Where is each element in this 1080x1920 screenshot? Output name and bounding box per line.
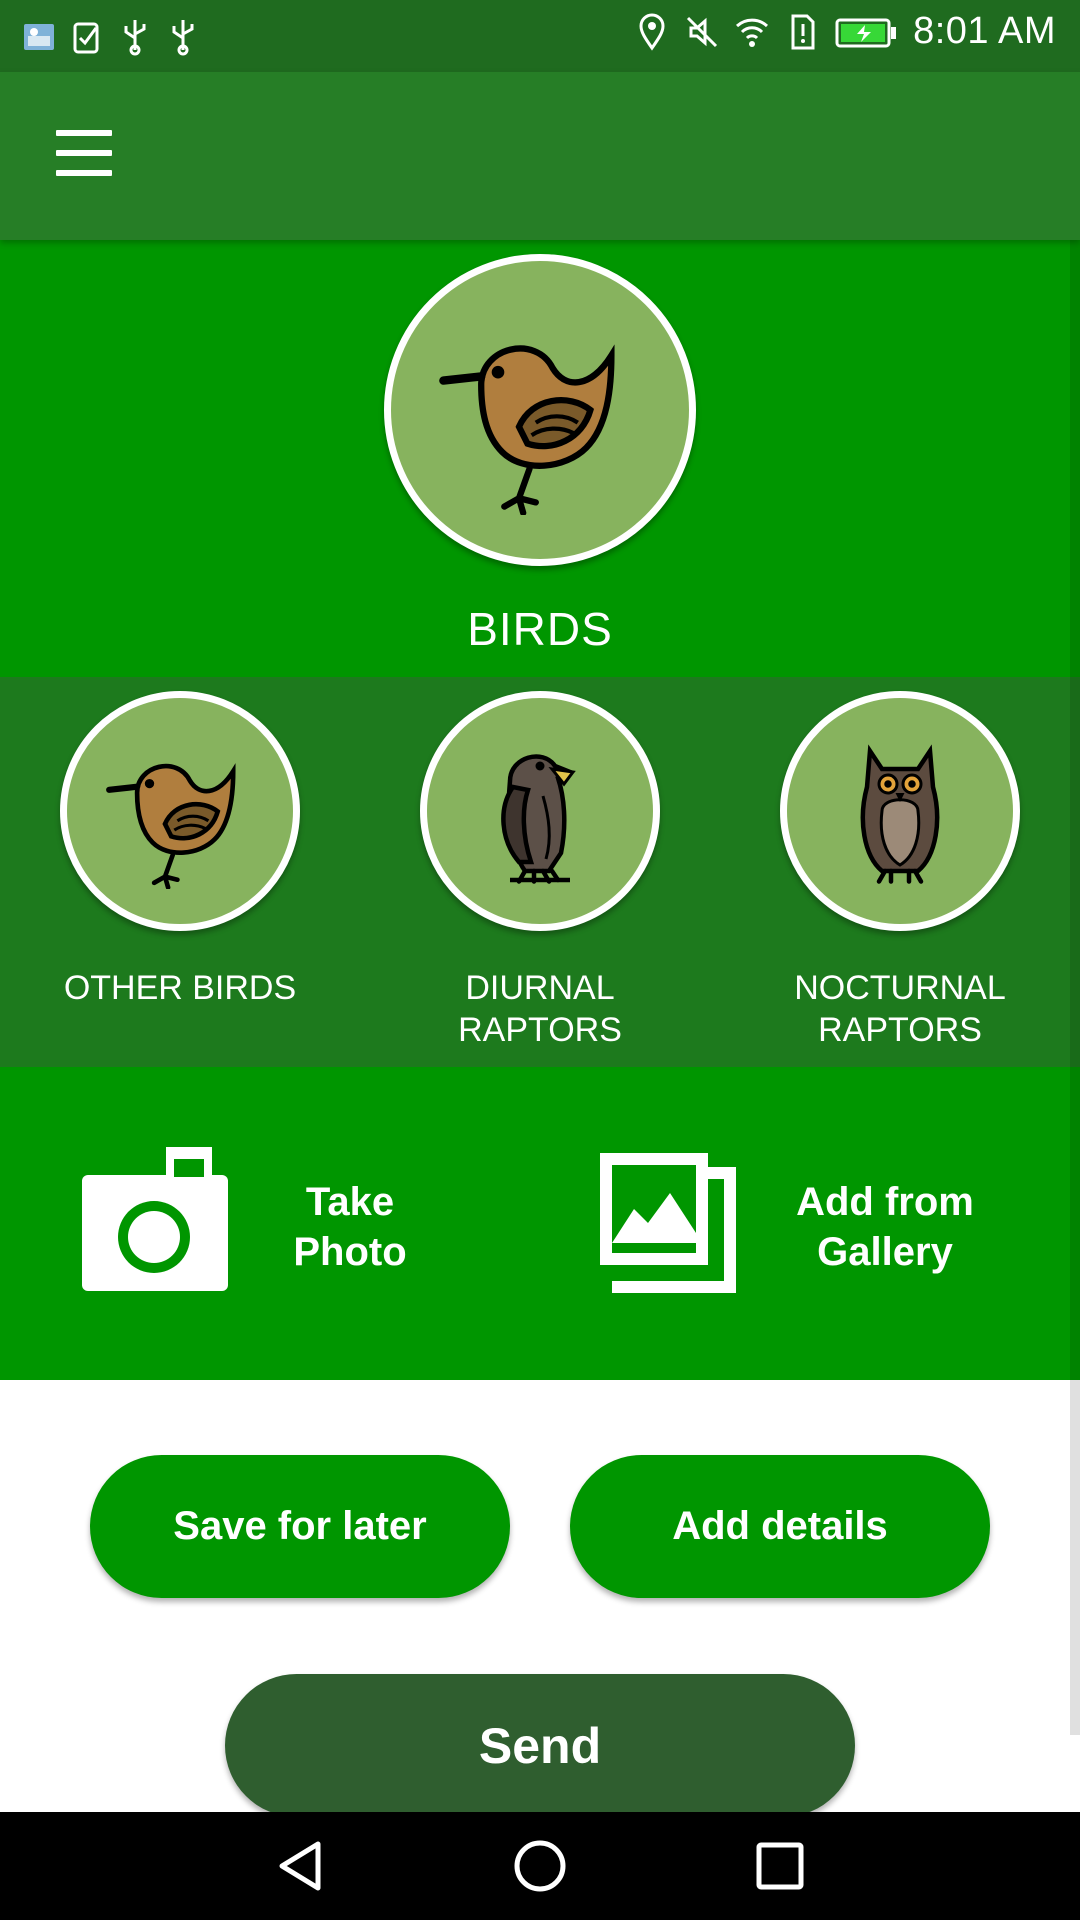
take-photo-label: Take Photo (293, 1180, 407, 1274)
take-photo-button[interactable]: Take Photo (60, 1147, 480, 1307)
gallery-icon (600, 1153, 736, 1293)
location-icon (639, 13, 665, 51)
clipboard-check-icon (73, 22, 99, 54)
scrollbar[interactable] (1070, 240, 1080, 1735)
battery-charging-icon (835, 18, 897, 47)
status-time: 8:01 AM (913, 10, 1056, 52)
add-details-button[interactable]: Add details (570, 1455, 990, 1598)
subcategory-circle (60, 691, 300, 931)
subcategory-label: NOCTURNAL RAPTORS (794, 969, 1006, 1049)
sim-alert-icon (791, 14, 815, 49)
subcategory-label: OTHER BIRDS (63, 969, 297, 1007)
camera-icon (82, 1147, 228, 1291)
navigation-bar (0, 1812, 1080, 1920)
recents-icon[interactable] (745, 1834, 815, 1898)
back-icon[interactable] (265, 1834, 335, 1898)
home-icon[interactable] (505, 1834, 575, 1898)
subcategory-diurnal-raptors[interactable]: DIURNAL RAPTORS (360, 691, 720, 1061)
status-bar: 8:01 AM (0, 0, 1080, 72)
photo-actions: Take Photo Add from Gallery (0, 1067, 1080, 1380)
weather-icon (24, 24, 54, 50)
owl-icon (860, 744, 940, 884)
eagle-icon (501, 754, 576, 884)
status-left-icons (22, 16, 200, 56)
wifi-icon (736, 18, 769, 47)
add-from-gallery-button[interactable]: Add from Gallery (590, 1147, 1030, 1307)
usb-icon (172, 20, 194, 56)
subcategory-other-birds[interactable]: OTHER BIRDS (0, 691, 360, 1061)
category-bird-button[interactable] (384, 254, 696, 566)
subcategory-label: DIURNAL RAPTORS (458, 969, 622, 1049)
hamburger-menu-icon[interactable] (42, 122, 126, 186)
subcategory-list: OTHER BIRDS DIURNAL RAPTORS NOCTURNAL RA… (0, 677, 1080, 1067)
category-title: BIRDS (467, 603, 613, 655)
category-header: BIRDS (0, 240, 1080, 677)
subcategory-nocturnal-raptors[interactable]: NOCTURNAL RAPTORS (720, 691, 1080, 1061)
send-button[interactable]: Send (225, 1674, 855, 1817)
bird-icon (439, 344, 615, 515)
bird-icon (105, 762, 236, 889)
app-screen: 8:01 AM BIRDS OTHER BIRDS DIURNAL RAPTOR… (0, 0, 1080, 1920)
subcategory-circle (780, 691, 1020, 931)
mute-icon (687, 16, 718, 47)
subcategory-circle (420, 691, 660, 931)
app-bar (0, 72, 1080, 240)
gallery-label: Add from Gallery (796, 1180, 974, 1274)
status-right-icons: 8:01 AM (635, 10, 1056, 53)
save-for-later-button[interactable]: Save for later (90, 1455, 510, 1598)
usb-icon (124, 20, 146, 56)
